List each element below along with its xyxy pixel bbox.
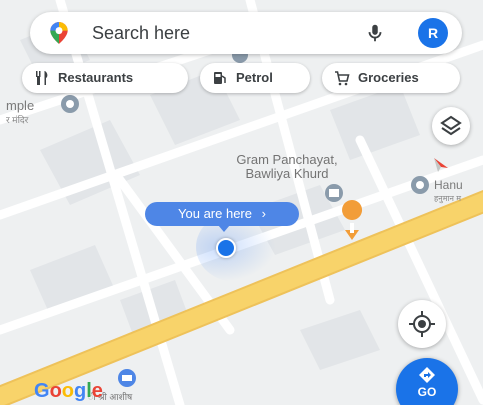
fuel-pump-icon — [214, 72, 226, 84]
layers-button[interactable] — [432, 107, 470, 145]
map-screen[interactable]: mple र मंदिर Gram Panchayat, Bawliya Khu… — [0, 0, 483, 405]
compass-button[interactable] — [426, 150, 456, 180]
map-label-temple-hindi: र मंदिर — [6, 115, 29, 125]
you-are-here-tooltip[interactable]: You are here › — [145, 202, 299, 226]
google-logo-letter: o — [49, 380, 62, 402]
map-label-temple: mple — [6, 98, 35, 113]
chip-petrol[interactable]: Petrol — [200, 63, 310, 93]
map-label-gram-line2: Bawliya Khurd — [245, 166, 329, 181]
you-are-here-label: You are here — [178, 206, 252, 221]
map-label-hanuman-hindi: हनुमान म — [434, 194, 461, 203]
map-label-gram-panchayat: Gram Panchayat, Bawliya Khurd — [212, 153, 362, 181]
my-location-button[interactable] — [398, 300, 446, 348]
fork-knife-icon — [36, 71, 48, 85]
chip-restaurants[interactable]: Restaurants — [22, 63, 188, 93]
chevron-right-icon: › — [261, 206, 266, 221]
tooltip-tail — [218, 225, 230, 232]
chip-groceries-label: Groceries — [358, 70, 419, 85]
my-location-icon — [409, 311, 435, 337]
my-location-dot[interactable] — [216, 238, 236, 258]
search-input[interactable]: Search here — [92, 23, 190, 44]
cart-icon — [335, 71, 350, 86]
google-logo: Google — [34, 380, 103, 403]
poi-bank-icon[interactable] — [118, 369, 136, 387]
chip-groceries[interactable]: Groceries — [322, 63, 460, 93]
google-logo-letter: g — [74, 380, 87, 402]
directions-icon — [419, 367, 435, 383]
google-logo-letter: G — [34, 380, 50, 402]
poi-gram-panchayat-icon[interactable] — [325, 184, 343, 202]
chip-petrol-label: Petrol — [236, 70, 273, 85]
maps-pin-icon — [50, 22, 68, 44]
map-label-gram-line1: Gram Panchayat, — [236, 152, 338, 167]
google-logo-letter: o — [61, 380, 74, 402]
avatar[interactable]: R — [418, 18, 448, 48]
poi-temple-icon[interactable] — [61, 95, 79, 113]
map-label-hanuman: Hanu — [434, 178, 463, 192]
google-logo-letter: e — [91, 380, 103, 402]
chip-restaurants-label: Restaurants — [58, 70, 134, 85]
go-label: GO — [417, 385, 437, 399]
mic-icon[interactable] — [364, 22, 386, 44]
layers-icon — [440, 115, 462, 136]
search-bar[interactable]: Search here R — [30, 12, 462, 54]
compass-icon — [434, 158, 448, 172]
